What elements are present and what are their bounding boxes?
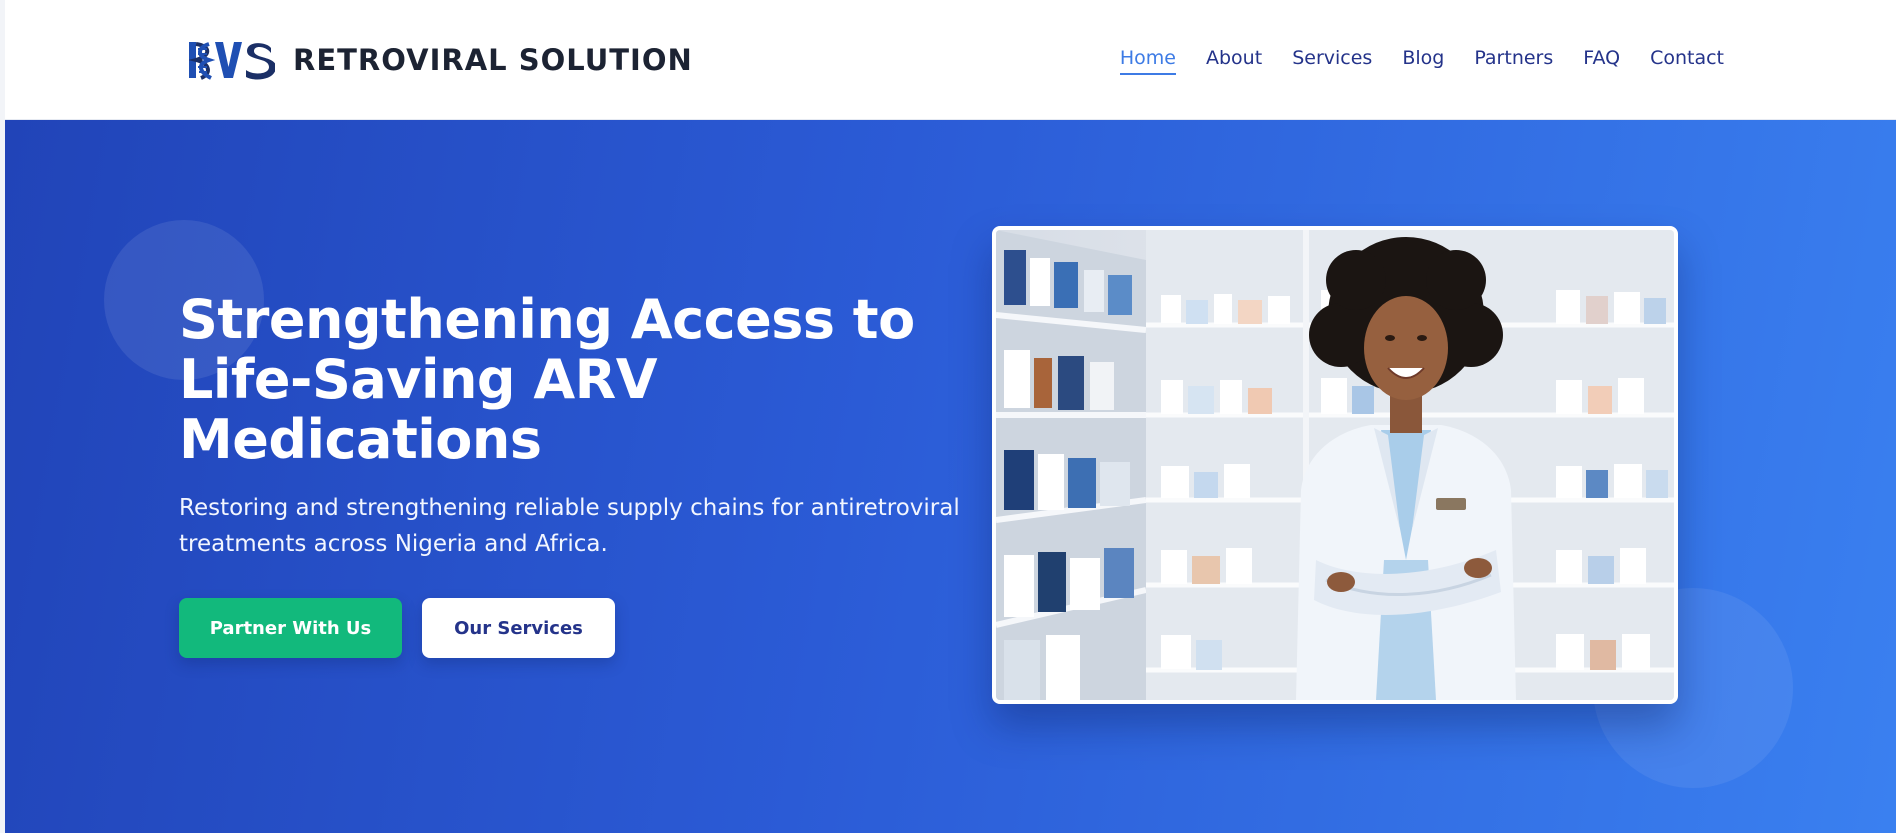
hero-content: Strengthening Access to Life-Saving ARV …: [179, 290, 979, 658]
site-header: RETROVIRAL SOLUTION Home About Services …: [5, 0, 1896, 120]
hero-title-line: Life-Saving ARV: [179, 348, 658, 411]
partner-with-us-button[interactable]: Partner With Us: [179, 598, 402, 658]
hero-image-pharmacist: [992, 226, 1678, 704]
nav-about[interactable]: About: [1206, 47, 1262, 75]
hero-title-line: Medications: [179, 408, 542, 471]
brand[interactable]: RETROVIRAL SOLUTION: [189, 38, 693, 82]
nav-home[interactable]: Home: [1119, 47, 1176, 75]
our-services-button[interactable]: Our Services: [422, 598, 615, 658]
pharmacist-illustration: [996, 230, 1674, 700]
rvs-logo[interactable]: [189, 38, 275, 82]
main-nav: Home About Services Blog Partners FAQ Co…: [1119, 47, 1724, 75]
hero-subtitle: Restoring and strengthening reliable sup…: [179, 495, 960, 557]
hero-title: Strengthening Access to Life-Saving ARV …: [179, 290, 979, 470]
dna-helix-icon: [189, 42, 275, 80]
nav-contact[interactable]: Contact: [1650, 47, 1724, 75]
hero-title-line: Strengthening Access to: [179, 288, 915, 351]
nav-partners[interactable]: Partners: [1474, 47, 1553, 75]
hero-cta-row: Partner With Us Our Services: [179, 598, 979, 658]
nav-blog[interactable]: Blog: [1402, 47, 1444, 75]
nav-services[interactable]: Services: [1292, 47, 1372, 75]
nav-faq[interactable]: FAQ: [1583, 47, 1620, 75]
hero-section: Strengthening Access to Life-Saving ARV …: [5, 120, 1896, 833]
brand-name[interactable]: RETROVIRAL SOLUTION: [293, 43, 693, 77]
